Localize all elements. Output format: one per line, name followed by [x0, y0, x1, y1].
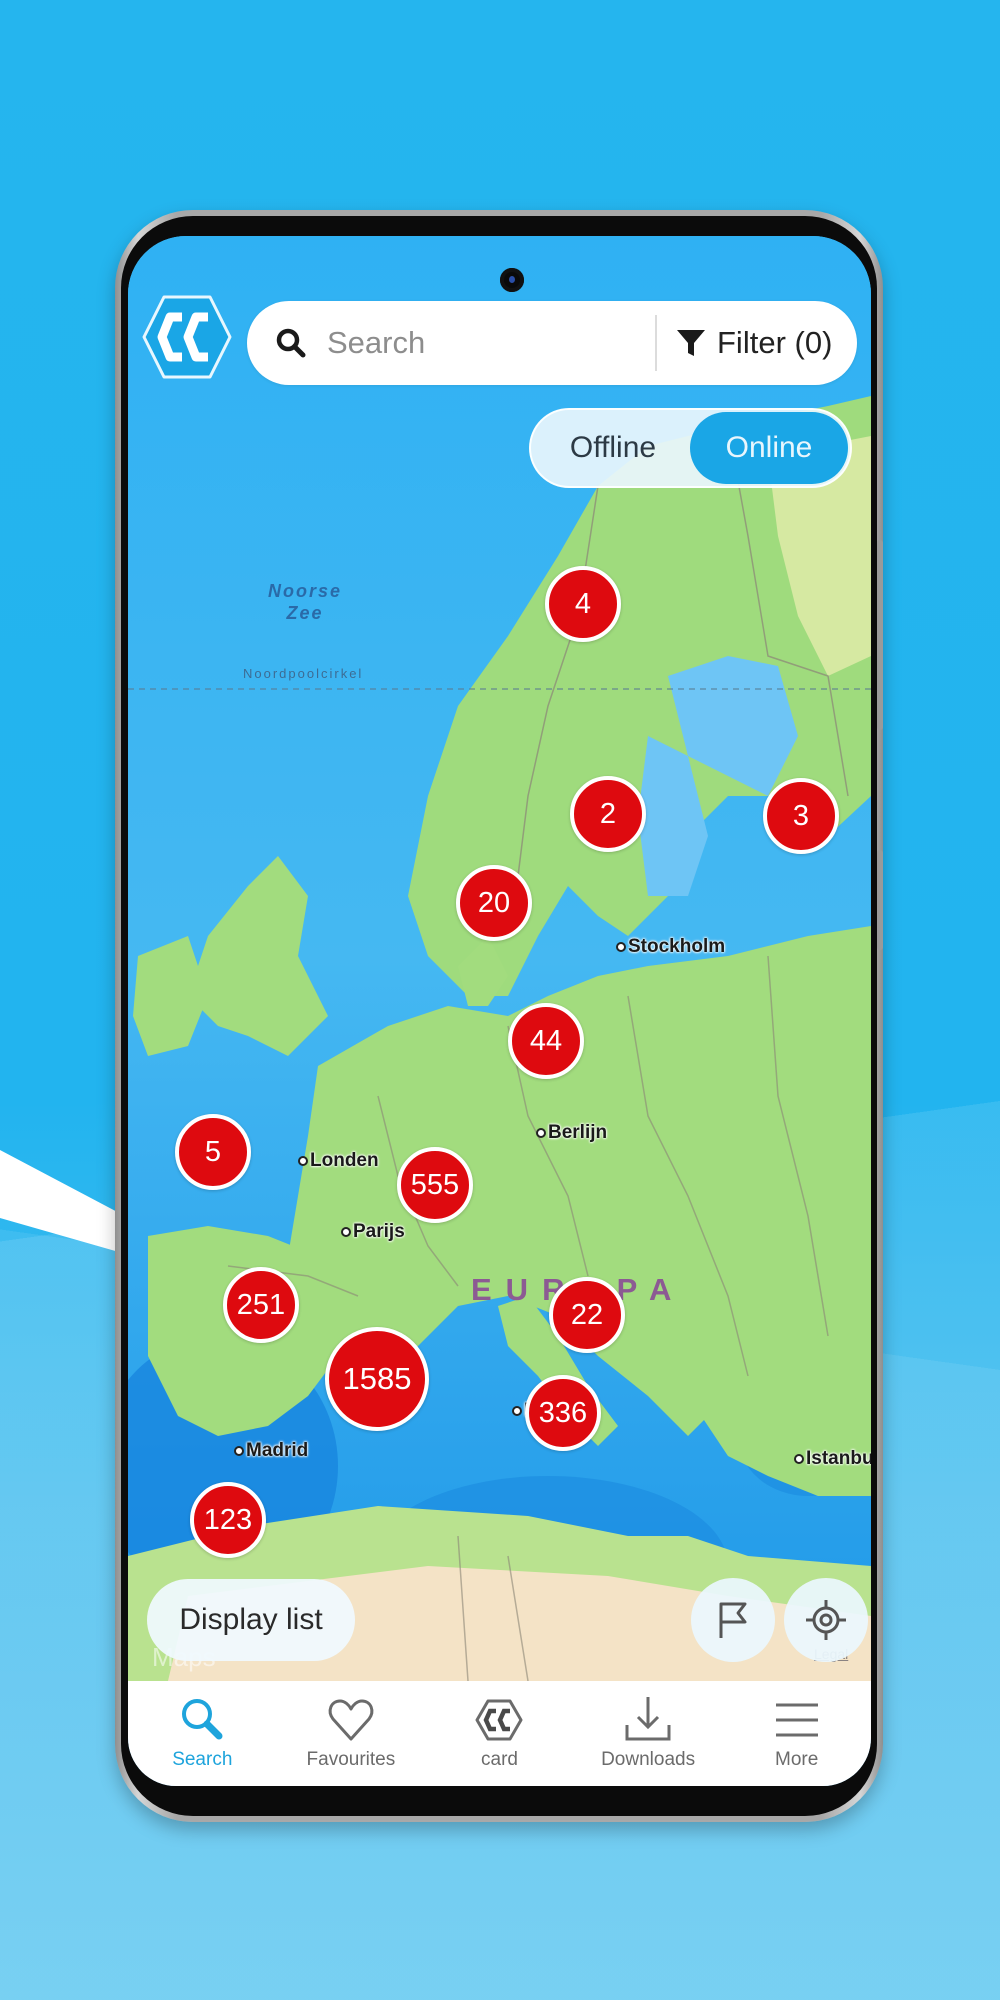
search-icon	[182, 1699, 223, 1740]
tab-favourites[interactable]: Favourites	[277, 1681, 426, 1786]
cc-logo-icon[interactable]	[142, 293, 232, 381]
search-input[interactable]	[325, 324, 629, 362]
cluster-marker[interactable]: 123	[190, 1482, 266, 1558]
cluster-marker[interactable]: 44	[508, 1003, 584, 1079]
tab-label: Favourites	[306, 1749, 396, 1770]
flag-icon	[719, 1602, 747, 1638]
bottom-tab-bar: Search Favourites card Downloads More	[128, 1681, 871, 1786]
search-divider	[655, 315, 657, 371]
place-label-istanbul: Istanbul	[794, 1448, 871, 1470]
place-label-london: Londen	[298, 1150, 379, 1172]
cluster-marker[interactable]: 3	[763, 778, 839, 854]
toggle-online[interactable]: Online	[690, 412, 848, 484]
heart-icon	[328, 1699, 374, 1741]
tab-more[interactable]: More	[722, 1681, 871, 1786]
flag-button[interactable]	[691, 1578, 775, 1662]
power-button	[877, 850, 883, 950]
place-label-stockholm: Stockholm	[616, 936, 725, 958]
place-label-berlin: Berlijn	[536, 1122, 607, 1144]
display-list-button[interactable]: Display list	[147, 1579, 355, 1661]
tab-label: Search	[172, 1749, 233, 1770]
cluster-marker[interactable]: 2	[570, 776, 646, 852]
tab-downloads[interactable]: Downloads	[574, 1681, 723, 1786]
cluster-marker[interactable]: 20	[456, 865, 532, 941]
cluster-marker[interactable]: 555	[397, 1147, 473, 1223]
search-icon	[276, 328, 306, 358]
cluster-marker[interactable]: 251	[223, 1267, 299, 1343]
sea-label: Noorse Zee	[268, 581, 343, 623]
tab-label: Downloads	[601, 1749, 696, 1770]
offline-online-toggle: Offline Online	[529, 408, 852, 488]
front-camera	[500, 268, 524, 292]
filter-button[interactable]: Filter (0)	[675, 301, 832, 385]
app-screen: NoorseZee Noordpoolcirkel EUROPA Stockho…	[128, 236, 871, 1786]
cluster-marker[interactable]: 5	[175, 1114, 251, 1190]
filter-funnel-icon	[677, 330, 705, 356]
tab-card[interactable]: card	[425, 1681, 574, 1786]
menu-icon	[775, 1703, 818, 1737]
volume-button	[877, 540, 883, 730]
cluster-marker[interactable]: 336	[525, 1375, 601, 1451]
download-icon	[625, 1697, 671, 1741]
locate-button[interactable]	[784, 1578, 868, 1662]
cluster-marker[interactable]: 1585	[325, 1327, 429, 1431]
tab-label: card	[481, 1749, 518, 1770]
locate-target-icon	[806, 1600, 846, 1640]
tab-label: More	[775, 1749, 819, 1770]
arctic-circle-label: Noordpoolcirkel	[243, 666, 364, 681]
place-label-madrid: Madrid	[234, 1440, 308, 1462]
search-bar: Filter (0)	[247, 301, 857, 385]
tab-search[interactable]: Search	[128, 1681, 277, 1786]
toggle-offline[interactable]: Offline	[531, 410, 695, 486]
filter-label: Filter (0)	[717, 325, 833, 360]
place-label-paris: Parijs	[341, 1221, 405, 1243]
cc-card-icon	[475, 1699, 523, 1741]
phone-frame: NoorseZee Noordpoolcirkel EUROPA Stockho…	[115, 210, 883, 1822]
cluster-marker[interactable]: 4	[545, 566, 621, 642]
cluster-marker[interactable]: 22	[549, 1277, 625, 1353]
